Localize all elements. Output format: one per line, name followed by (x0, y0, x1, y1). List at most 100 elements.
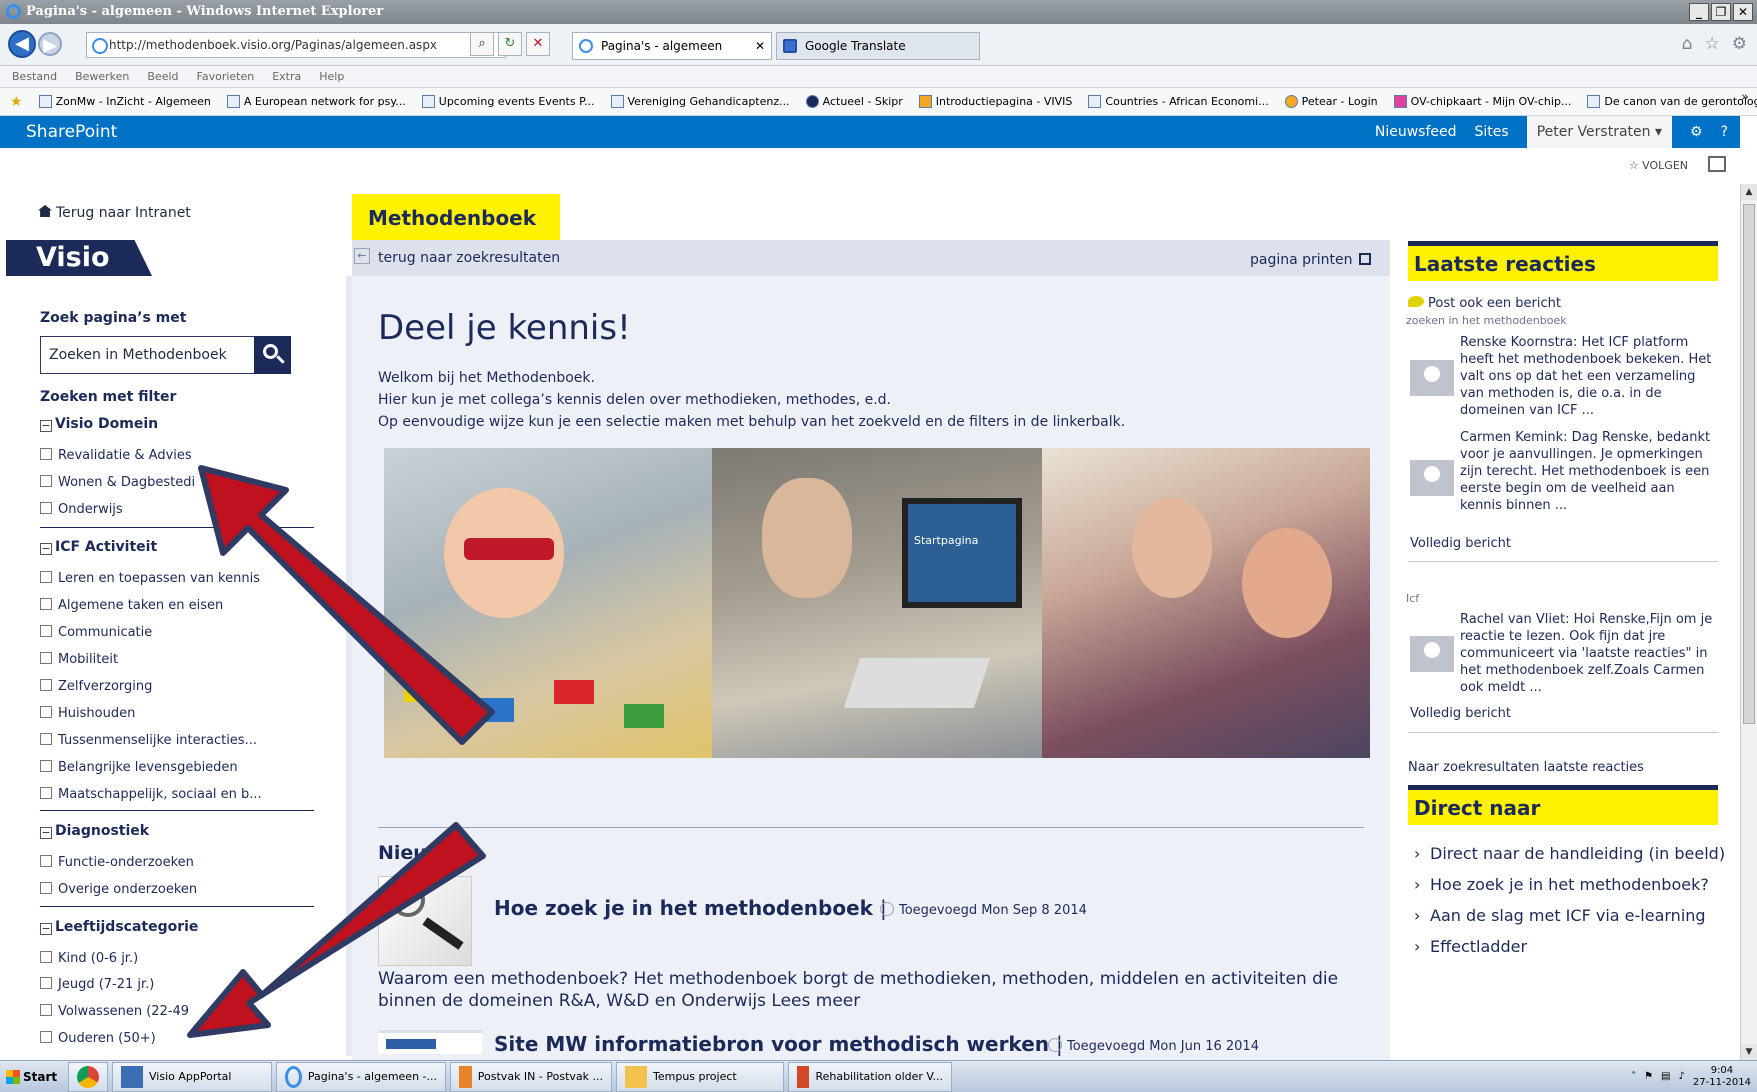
filter-option[interactable]: Ouderen (50+) (40, 1031, 156, 1046)
more-favorites-icon[interactable]: » (1741, 90, 1749, 105)
search-input[interactable]: Zoeken in Methodenboek (40, 336, 258, 374)
menu-favorieten[interactable]: Favorieten (197, 66, 255, 87)
favorite-link[interactable]: ZonMw - InZicht - Algemeen (38, 95, 211, 108)
direct-link[interactable]: › Aan de slag met ICF via e-learning (1414, 906, 1706, 925)
filter-option[interactable]: Jeugd (7-21 jr.) (40, 977, 154, 992)
stop-icon[interactable]: ✕ (526, 32, 550, 56)
collapse-icon[interactable]: − (40, 827, 52, 839)
news-item-title[interactable]: Site MW informatiebron voor methodisch w… (494, 1032, 1063, 1056)
settings-gear-icon[interactable]: ⚙ (1732, 34, 1747, 54)
favorite-link[interactable]: De canon van de gerontologie (1587, 95, 1757, 108)
menu-beeld[interactable]: Beeld (147, 66, 178, 87)
minimize-button[interactable]: _ (1689, 3, 1709, 21)
scroll-thumb[interactable] (1743, 204, 1755, 724)
filter-option[interactable]: Maatschappelijk, sociaal en b... (40, 787, 262, 802)
direct-link[interactable]: › Effectladder (1414, 937, 1527, 956)
methodenboek-tab[interactable]: Methodenboek (352, 194, 560, 240)
checkbox[interactable] (40, 882, 52, 894)
filter-option[interactable]: Huishouden (40, 706, 135, 721)
sites-link[interactable]: Sites (1475, 124, 1509, 140)
close-button[interactable]: ✕ (1733, 3, 1753, 21)
filter-option[interactable]: Volwassenen (22-49 (40, 1004, 189, 1019)
flag-icon[interactable]: ⚑ (1644, 1071, 1653, 1082)
checkbox[interactable] (40, 787, 52, 799)
taskbar-item[interactable]: Pagina's - algemeen -... (276, 1061, 446, 1092)
menu-extra[interactable]: Extra (272, 66, 301, 87)
checkbox[interactable] (40, 855, 52, 867)
url-field[interactable]: http://methodenboek.visio.org/Paginas/al… (86, 32, 506, 58)
filter-option[interactable]: Functie-onderzoeken (40, 855, 194, 870)
settings-gear-icon[interactable]: ⚙ (1690, 124, 1703, 140)
filter-group-visio-domein[interactable]: − Visio Domein (40, 416, 158, 432)
checkbox[interactable] (40, 977, 52, 989)
news-item-title[interactable]: Hoe zoek je in het methodenboek | (494, 896, 887, 920)
checkbox[interactable] (40, 652, 52, 664)
checkbox[interactable] (40, 448, 52, 460)
visio-logo[interactable]: Visio (6, 240, 152, 276)
filter-option[interactable]: Wonen & Dagbestedi (40, 475, 195, 490)
all-reactions-link[interactable]: Naar zoekresultaten laatste reacties (1408, 760, 1644, 775)
checkbox[interactable] (40, 733, 52, 745)
full-message-link[interactable]: Volledig bericht (1410, 536, 1511, 551)
menu-bewerken[interactable]: Bewerken (75, 66, 129, 87)
search-button[interactable] (254, 336, 291, 374)
checkbox[interactable] (40, 625, 52, 637)
checkbox[interactable] (40, 706, 52, 718)
direct-link[interactable]: › Hoe zoek je in het methodenboek? (1414, 875, 1709, 894)
checkbox[interactable] (40, 1004, 52, 1016)
favorite-link[interactable]: Countries - African Economi... (1088, 95, 1269, 108)
taskbar-item[interactable]: Visio AppPortal (112, 1061, 272, 1092)
taskbar-item[interactable]: Postvak IN - Postvak ... (450, 1061, 612, 1092)
favorite-link[interactable]: Petear - Login (1284, 95, 1378, 108)
page-scrollbar[interactable]: ▲ ▼ (1740, 184, 1757, 1060)
back-arrow-icon[interactable]: ← (354, 248, 370, 264)
filter-option[interactable]: Zelfverzorging (40, 679, 152, 694)
favorites-star-icon[interactable]: ☆ (1705, 34, 1720, 54)
volume-icon[interactable]: ♪ (1678, 1071, 1684, 1082)
taskbar-item[interactable]: Tempus project (616, 1061, 784, 1092)
help-icon[interactable]: ? (1721, 124, 1728, 140)
checkbox[interactable] (40, 475, 52, 487)
checkbox[interactable] (40, 760, 52, 772)
full-message-link[interactable]: Volledig bericht (1410, 706, 1511, 721)
filter-group-diagnostiek[interactable]: − Diagnostiek (40, 823, 149, 839)
menu-bestand[interactable]: Bestand (12, 66, 57, 87)
checkbox[interactable] (40, 951, 52, 963)
close-tab-icon[interactable]: ✕ (755, 33, 765, 59)
checkbox[interactable] (40, 598, 52, 610)
taskbar-clock[interactable]: 9:04 27-11-2014 (1693, 1065, 1751, 1089)
checkbox[interactable] (40, 679, 52, 691)
direct-link[interactable]: › Direct naar de handleiding (in beeld) (1414, 844, 1725, 863)
refresh-icon[interactable]: ↻ (498, 32, 522, 56)
post-message-link[interactable]: Post ook een bericht (1408, 296, 1561, 311)
filter-option[interactable]: Leren en toepassen van kennis (40, 571, 260, 586)
filter-group-leeftijdscategorie[interactable]: − Leeftijdscategorie (40, 919, 198, 935)
checkbox[interactable] (40, 1031, 52, 1043)
filter-option[interactable]: Overige onderzoeken (40, 882, 197, 897)
favorite-link[interactable]: Upcoming events Events P... (421, 95, 595, 108)
favorite-link[interactable]: Actueel - Skipr (805, 95, 903, 108)
filter-option[interactable]: Kind (0-6 jr.) (40, 951, 138, 966)
favorites-star-icon[interactable]: ★ (10, 94, 23, 110)
scroll-down-icon[interactable]: ▼ (1741, 1044, 1757, 1060)
start-button[interactable]: Start (0, 1062, 64, 1092)
search-icon[interactable]: ⌕ (470, 32, 494, 56)
back-button[interactable]: ◀ (8, 30, 36, 58)
back-to-intranet-link[interactable]: Terug naar Intranet (38, 205, 191, 221)
print-page-link[interactable]: pagina printen (1250, 252, 1371, 268)
filter-option[interactable]: Revalidatie & Advies (40, 448, 192, 463)
home-icon[interactable]: ⌂ (1682, 34, 1693, 54)
filter-option[interactable]: Onderwijs (40, 502, 123, 517)
filter-option[interactable]: Mobiliteit (40, 652, 118, 667)
chrome-taskbar-button[interactable] (68, 1061, 108, 1092)
network-icon[interactable]: ▤ (1661, 1071, 1670, 1082)
filter-option[interactable]: Tussenmenselijke interacties... (40, 733, 257, 748)
collapse-icon[interactable]: − (40, 543, 52, 555)
filter-option[interactable]: Algemene taken en eisen (40, 598, 223, 613)
favorite-link[interactable]: OV-chipkaart - Mijn OV-chip... (1393, 95, 1571, 108)
filter-option[interactable]: Belangrijke levensgebieden (40, 760, 238, 775)
follow-button[interactable]: ☆ VOLGEN (1629, 159, 1688, 172)
collapse-icon[interactable]: − (40, 923, 52, 935)
newsfeed-link[interactable]: Nieuwsfeed (1375, 124, 1457, 140)
focus-content-icon[interactable] (1708, 156, 1726, 172)
